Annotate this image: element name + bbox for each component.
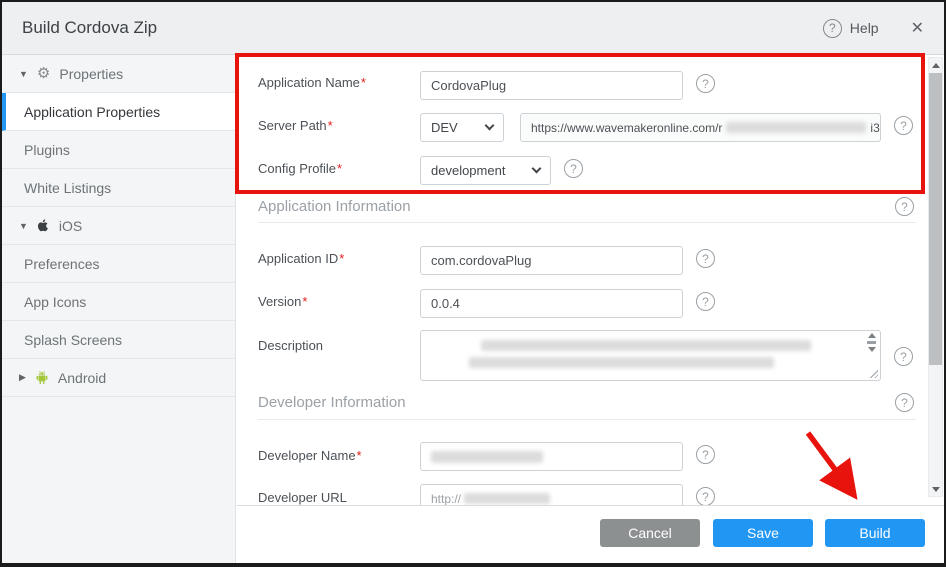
required-asterisk: * xyxy=(337,161,342,176)
version-label: Version* xyxy=(258,294,307,309)
sidebar-item-label: Application Properties xyxy=(24,104,160,120)
apple-icon xyxy=(37,218,50,233)
scroll-up-icon xyxy=(932,63,940,68)
dialog-title: Build Cordova Zip xyxy=(22,18,157,38)
sidebar-item-splash-screens[interactable]: Splash Screens xyxy=(2,321,235,359)
developer-name-input[interactable] xyxy=(420,442,683,471)
application-name-help-icon[interactable]: ? xyxy=(696,74,715,93)
server-path-help-icon[interactable]: ? xyxy=(894,116,913,135)
required-asterisk: * xyxy=(302,294,307,309)
sidebar-group-ios[interactable]: ▼ iOS xyxy=(2,207,235,245)
sidebar-group-label: Properties xyxy=(59,66,123,82)
application-id-label: Application ID* xyxy=(258,251,344,266)
sidebar-item-white-listings[interactable]: White Listings xyxy=(2,169,235,207)
form-scroll-area: Application Name* CordovaPlug ? Server P… xyxy=(237,55,944,505)
chevron-expanded-icon: ▼ xyxy=(19,69,28,79)
description-help-icon[interactable]: ? xyxy=(894,347,913,366)
close-icon[interactable]: ✕ xyxy=(911,18,924,38)
application-name-label: Application Name* xyxy=(258,75,366,90)
dialog-footer: Cancel Save Build xyxy=(237,505,944,561)
application-id-input[interactable]: com.cordovaPlug xyxy=(420,246,683,275)
redacted-url-segment xyxy=(726,122,866,133)
cancel-button[interactable]: Cancel xyxy=(600,519,700,547)
config-profile-help-icon[interactable]: ? xyxy=(564,159,583,178)
application-information-help-icon[interactable]: ? xyxy=(895,197,914,216)
sidebar-group-label: Android xyxy=(58,370,106,386)
gear-icon: ⚙ xyxy=(37,66,50,81)
application-id-help-icon[interactable]: ? xyxy=(696,249,715,268)
developer-url-help-icon[interactable]: ? xyxy=(696,487,715,505)
build-cordova-zip-dialog: Build Cordova Zip ? Help ✕ ▼ ⚙ Propertie… xyxy=(0,0,946,567)
sidebar-item-app-icons[interactable]: App Icons xyxy=(2,283,235,321)
sidebar-item-label: App Icons xyxy=(24,294,86,310)
scrollbar-thumb[interactable] xyxy=(929,73,942,365)
sidebar-item-application-properties[interactable]: Application Properties xyxy=(2,93,235,131)
chevron-expanded-icon: ▼ xyxy=(19,221,28,231)
textarea-scrollbar[interactable] xyxy=(865,333,878,352)
section-divider xyxy=(258,419,916,420)
sidebar: ▼ ⚙ Properties Application Properties Pl… xyxy=(2,55,236,563)
description-label: Description xyxy=(258,338,323,353)
sidebar-item-preferences[interactable]: Preferences xyxy=(2,245,235,283)
developer-name-label: Developer Name* xyxy=(258,448,362,463)
developer-information-help-icon[interactable]: ? xyxy=(895,393,914,412)
scroll-down-icon xyxy=(932,487,940,492)
developer-url-label: Developer URL xyxy=(258,490,347,505)
config-profile-select[interactable]: development xyxy=(420,156,551,185)
sidebar-item-label: Splash Screens xyxy=(24,332,122,348)
required-asterisk: * xyxy=(357,448,362,463)
resize-grip-icon[interactable] xyxy=(869,369,878,378)
version-help-icon[interactable]: ? xyxy=(696,292,715,311)
save-button[interactable]: Save xyxy=(713,519,813,547)
server-path-url-input[interactable]: https://www.wavemakeronline.com/r i35' xyxy=(520,113,881,142)
config-profile-label: Config Profile* xyxy=(258,161,342,176)
required-asterisk: * xyxy=(328,118,333,133)
required-asterisk: * xyxy=(361,75,366,90)
main-panel: Application Name* CordovaPlug ? Server P… xyxy=(237,55,944,563)
build-button[interactable]: Build xyxy=(825,519,925,547)
scroll-up-icon[interactable] xyxy=(868,333,876,338)
server-path-env-select[interactable]: DEV xyxy=(420,113,504,142)
sidebar-item-label: Preferences xyxy=(24,256,99,272)
section-divider xyxy=(258,222,916,223)
chevron-collapsed-icon: ▶ xyxy=(19,372,26,383)
dialog-titlebar: Build Cordova Zip ? Help ✕ xyxy=(2,2,944,55)
application-information-heading: Application Information xyxy=(258,198,411,215)
sidebar-item-label: Plugins xyxy=(24,142,70,158)
android-icon xyxy=(35,370,49,385)
vertical-scrollbar[interactable] xyxy=(928,57,943,497)
sidebar-group-label: iOS xyxy=(59,218,82,234)
server-path-label: Server Path* xyxy=(258,118,333,133)
description-textarea[interactable] xyxy=(420,330,881,381)
scroll-thumb[interactable] xyxy=(867,341,876,344)
chevron-down-icon xyxy=(532,164,542,174)
redacted-description-line xyxy=(469,357,774,368)
developer-name-help-icon[interactable]: ? xyxy=(696,445,715,464)
redacted-developer-name xyxy=(431,451,543,463)
chevron-down-icon xyxy=(485,121,495,131)
redacted-developer-url xyxy=(464,493,550,504)
developer-url-input[interactable]: http:// xyxy=(420,484,683,505)
scroll-down-icon[interactable] xyxy=(868,347,876,352)
sidebar-item-label: White Listings xyxy=(24,180,111,196)
application-name-input[interactable]: CordovaPlug xyxy=(420,71,683,100)
version-input[interactable]: 0.0.4 xyxy=(420,289,683,318)
titlebar-actions: ? Help ✕ xyxy=(823,18,924,38)
required-asterisk: * xyxy=(339,251,344,266)
sidebar-group-android[interactable]: ▶ Android xyxy=(2,359,235,397)
scrollbar-down-button[interactable] xyxy=(929,482,942,496)
help-link[interactable]: Help xyxy=(850,20,879,36)
scrollbar-up-button[interactable] xyxy=(929,58,942,72)
help-icon[interactable]: ? xyxy=(823,19,842,38)
developer-information-heading: Developer Information xyxy=(258,394,406,411)
sidebar-group-properties[interactable]: ▼ ⚙ Properties xyxy=(2,55,235,93)
sidebar-item-plugins[interactable]: Plugins xyxy=(2,131,235,169)
redacted-description-line xyxy=(481,340,811,351)
